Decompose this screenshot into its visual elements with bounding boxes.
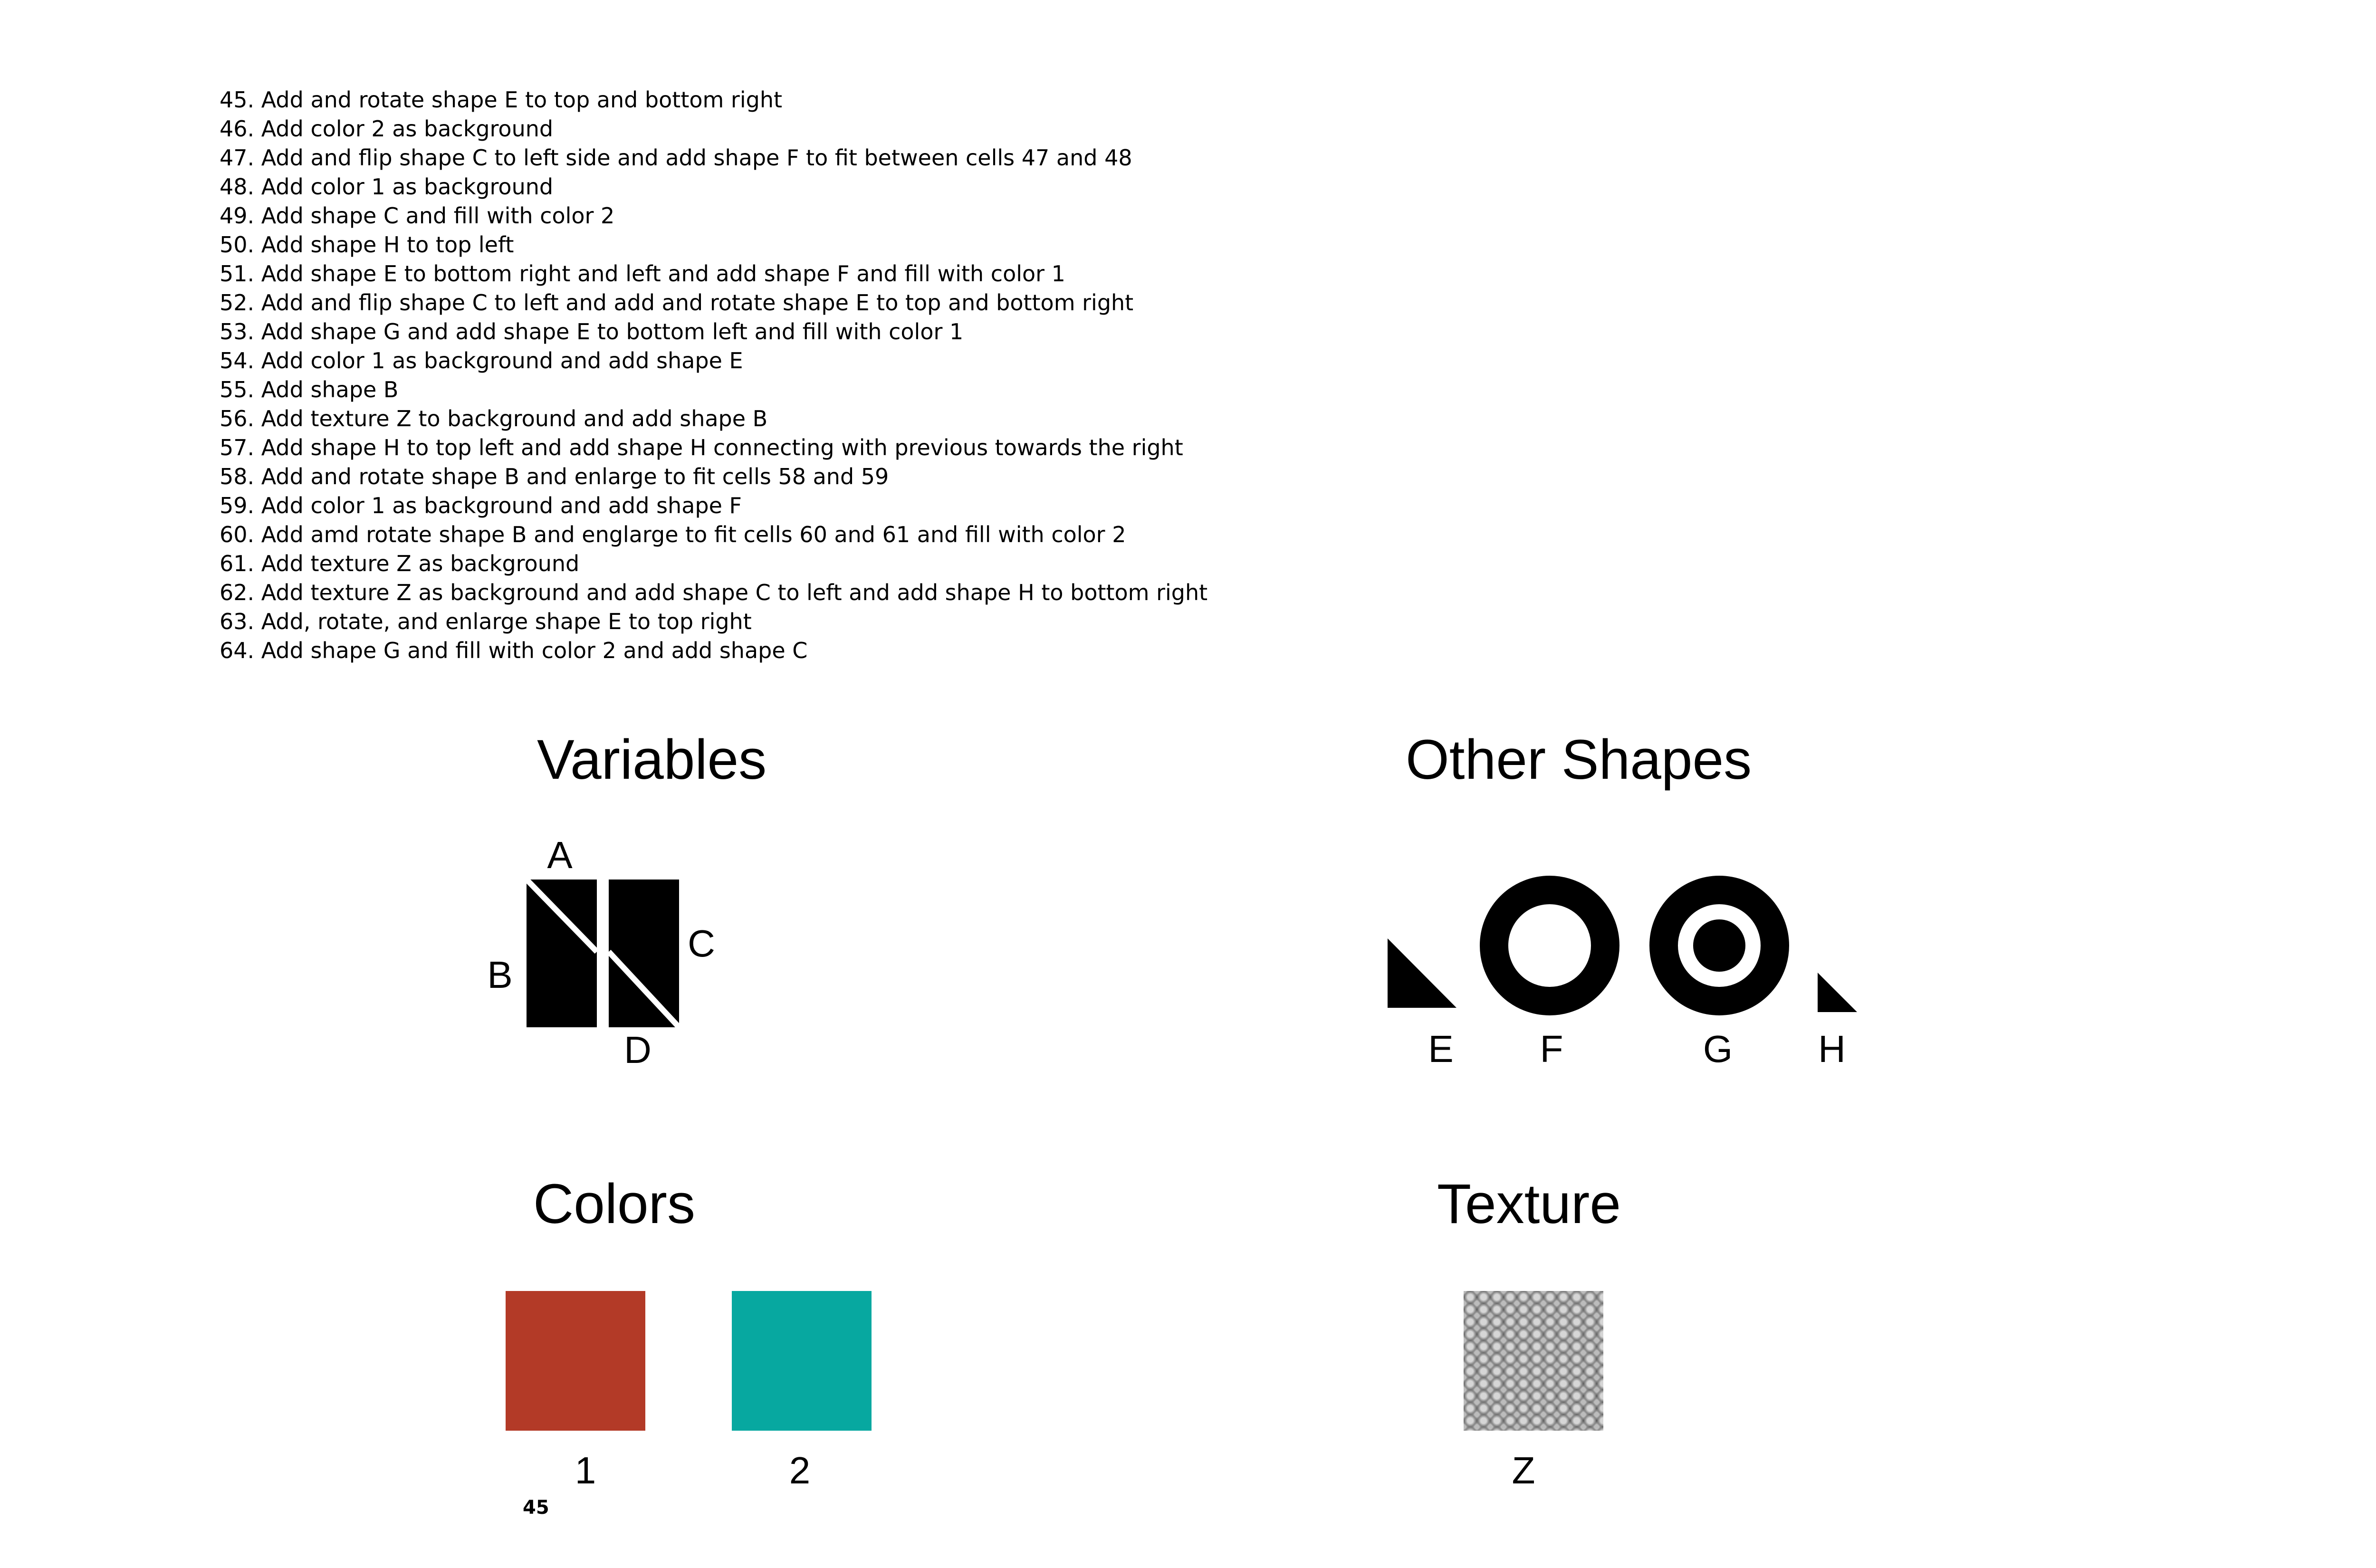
label-f: F [1540, 1028, 1563, 1070]
label-d: D [624, 1029, 651, 1071]
instruction-item: 49. Add shape C and fill with color 2 [220, 203, 615, 229]
instruction-item: 64. Add shape G and fill with color 2 an… [220, 638, 808, 663]
label-a: A [547, 834, 573, 876]
label-c: C [688, 922, 715, 965]
variables-heading: Variables [537, 728, 767, 791]
instruction-item: 56. Add texture Z to background and add … [220, 406, 768, 431]
shape-c-d-block [609, 880, 679, 1027]
instruction-list: 45. Add and rotate shape E to top and bo… [220, 86, 1207, 665]
instruction-item: 47. Add and flip shape C to left side an… [220, 145, 1132, 171]
instruction-item: 58. Add and rotate shape B and enlarge t… [220, 464, 889, 489]
shape-diagonal-left [524, 877, 599, 954]
shape-f-ring [1480, 876, 1619, 1015]
instruction-item: 55. Add shape B [220, 377, 399, 402]
instruction-item: 54. Add color 1 as background and add sh… [220, 348, 743, 373]
document-page: 45. Add and rotate shape E to top and bo… [0, 0, 2376, 1568]
shape-g-center-dot [1693, 919, 1745, 972]
label-b: B [487, 954, 513, 996]
instruction-item: 51. Add shape E to bottom right and left… [220, 261, 1065, 287]
shape-g-outer-ring [1649, 876, 1789, 1015]
instruction-item: 50. Add shape H to top left [220, 232, 514, 258]
instruction-item: 60. Add amd rotate shape B and englarge … [220, 522, 1126, 547]
texture-heading: Texture [1437, 1173, 1621, 1235]
label-h: H [1818, 1028, 1846, 1070]
color-label-2: 2 [789, 1449, 811, 1492]
shape-diagonal-right [606, 949, 681, 1030]
texture-label-z: Z [1512, 1449, 1535, 1492]
instruction-item: 62. Add texture Z as background and add … [220, 580, 1208, 605]
other-shapes-heading: Other Shapes [1406, 728, 1752, 791]
instruction-item: 52. Add and flip shape C to left and add… [220, 290, 1134, 316]
shape-h-triangle [1818, 973, 1857, 1012]
texture-z-swatch [1464, 1291, 1603, 1431]
instruction-item: 61. Add texture Z as background [220, 551, 580, 576]
color-swatch-1 [506, 1291, 645, 1431]
instruction-item: 48. Add color 1 as background [220, 174, 554, 200]
label-g: G [1703, 1028, 1733, 1070]
instruction-item: 46. Add color 2 as background [220, 116, 554, 142]
color-swatch-2 [732, 1291, 872, 1431]
color-label-1: 1 [575, 1449, 596, 1492]
instruction-item: 53. Add shape G and add shape E to botto… [220, 319, 964, 344]
shape-e-triangle [1388, 938, 1456, 1008]
colors-heading: Colors [533, 1173, 695, 1235]
instruction-item: 63. Add, rotate, and enlarge shape E to … [220, 609, 752, 634]
label-e: E [1428, 1028, 1454, 1070]
instruction-item: 45. Add and rotate shape E to top and bo… [220, 87, 783, 113]
instruction-item: 57. Add shape H to top left and add shap… [220, 435, 1183, 460]
instruction-item: 59. Add color 1 as background and add sh… [220, 493, 742, 518]
shape-a-b-block [527, 880, 597, 1027]
page-number: 45 [523, 1497, 549, 1519]
